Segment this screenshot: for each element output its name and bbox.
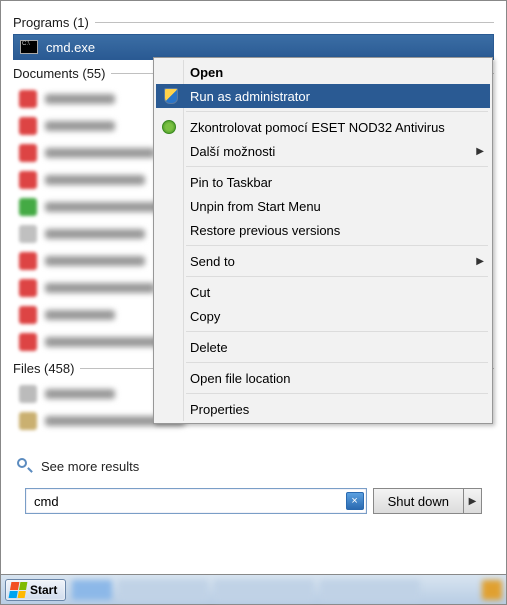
see-more-results[interactable]: See more results xyxy=(17,458,494,474)
bottom-bar: × Shut down ▶ xyxy=(13,488,494,524)
programs-header: Programs (1) xyxy=(13,15,494,30)
start-label: Start xyxy=(30,583,57,597)
menu-more-options[interactable]: Další možnosti ▶ xyxy=(184,139,490,163)
shield-icon xyxy=(162,87,180,105)
menu-properties[interactable]: Properties xyxy=(184,397,490,421)
menu-pin-taskbar[interactable]: Pin to Taskbar xyxy=(184,170,490,194)
search-box[interactable]: × xyxy=(25,488,367,514)
menu-copy-label: Copy xyxy=(190,309,220,324)
menu-delete-label: Delete xyxy=(190,340,228,355)
menu-pin-label: Pin to Taskbar xyxy=(190,175,272,190)
menu-delete[interactable]: Delete xyxy=(184,335,490,359)
chevron-right-icon: ▶ xyxy=(469,496,477,507)
menu-eset-scan[interactable]: Zkontrolovat pomocí ESET NOD32 Antivirus xyxy=(184,115,490,139)
menu-sendto-label: Send to xyxy=(190,254,235,269)
search-icon xyxy=(17,458,33,474)
search-input[interactable] xyxy=(32,493,346,510)
taskbar: Start xyxy=(1,574,506,604)
menu-restore-label: Restore previous versions xyxy=(190,223,340,238)
see-more-label: See more results xyxy=(41,459,139,474)
programs-header-label: Programs (1) xyxy=(13,15,89,30)
menu-unpin-start[interactable]: Unpin from Start Menu xyxy=(184,194,490,218)
menu-openloc-label: Open file location xyxy=(190,371,290,386)
menu-open-file-location[interactable]: Open file location xyxy=(184,366,490,390)
menu-eset-label: Zkontrolovat pomocí ESET NOD32 Antivirus xyxy=(190,120,445,135)
shutdown-menu-button[interactable]: ▶ xyxy=(464,488,482,514)
menu-send-to[interactable]: Send to ▶ xyxy=(184,249,490,273)
windows-logo-icon xyxy=(9,582,28,598)
menu-run-as-admin-label: Run as administrator xyxy=(190,89,310,104)
menu-unpin-label: Unpin from Start Menu xyxy=(190,199,321,214)
menu-cut-label: Cut xyxy=(190,285,210,300)
context-menu: Open Run as administrator Zkontrolovat p… xyxy=(153,57,493,424)
menu-open[interactable]: Open xyxy=(184,60,490,84)
menu-copy[interactable]: Copy xyxy=(184,304,490,328)
eset-icon xyxy=(160,118,178,136)
menu-open-label: Open xyxy=(190,65,223,80)
files-header-label: Files (458) xyxy=(13,361,74,376)
shutdown-button[interactable]: Shut down xyxy=(373,488,464,514)
cmd-icon xyxy=(20,40,38,54)
documents-header-label: Documents (55) xyxy=(13,66,105,81)
shutdown-label: Shut down xyxy=(388,494,449,509)
chevron-right-icon: ▶ xyxy=(476,256,484,267)
shutdown-group: Shut down ▶ xyxy=(373,488,482,514)
chevron-right-icon: ▶ xyxy=(476,146,484,157)
menu-more-label: Další možnosti xyxy=(190,144,275,159)
start-button[interactable]: Start xyxy=(5,579,66,601)
menu-run-as-admin[interactable]: Run as administrator xyxy=(156,84,490,108)
program-label: cmd.exe xyxy=(46,40,95,55)
close-icon: × xyxy=(351,495,357,507)
menu-props-label: Properties xyxy=(190,402,249,417)
menu-cut[interactable]: Cut xyxy=(184,280,490,304)
taskbar-items-blurred xyxy=(72,580,502,600)
menu-restore-versions[interactable]: Restore previous versions xyxy=(184,218,490,242)
clear-search-button[interactable]: × xyxy=(346,492,364,510)
